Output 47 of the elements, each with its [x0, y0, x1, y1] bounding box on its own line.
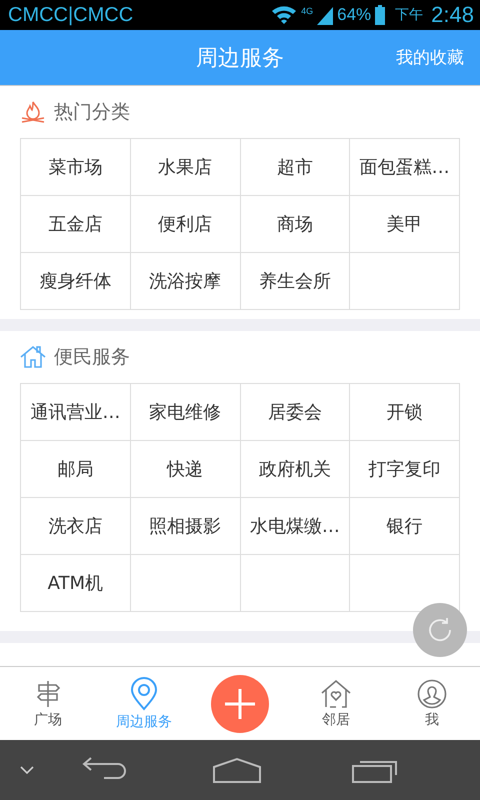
category-cell[interactable]: 邮局	[21, 441, 131, 498]
category-cell[interactable]: 居委会	[240, 384, 350, 441]
category-cell[interactable]: 通讯营业…	[21, 384, 131, 441]
plus-icon	[223, 686, 257, 720]
network-label: 4G	[301, 6, 314, 16]
category-cell[interactable]: 面包蛋糕…	[350, 139, 460, 196]
time-period: 下午	[395, 6, 424, 24]
wifi-icon	[271, 5, 298, 25]
category-cell[interactable]: 养生会所	[240, 253, 350, 310]
category-cell[interactable]: 洗浴按摩	[130, 253, 240, 310]
category-cell[interactable]: 五金店	[21, 196, 131, 253]
category-cell[interactable]: 照相摄影	[130, 498, 240, 555]
collapse-icon[interactable]	[20, 766, 34, 774]
category-cell[interactable]: 水电煤缴…	[240, 498, 350, 555]
category-cell[interactable]: 开锁	[350, 384, 460, 441]
category-cell[interactable]: 银行	[350, 498, 460, 555]
category-cell[interactable]: 菜市场	[21, 139, 131, 196]
category-cell[interactable]: 商场	[240, 196, 350, 253]
category-cell[interactable]: 美甲	[350, 196, 460, 253]
signal-icon	[317, 5, 334, 25]
battery-icon	[375, 5, 386, 25]
category-cell[interactable]: ATM机	[21, 555, 131, 612]
page-title: 周边服务	[196, 44, 284, 72]
nav-tab[interactable]: 邻居	[288, 667, 384, 740]
category-cell[interactable]: 快递	[130, 441, 240, 498]
section-title: 便民服务	[54, 345, 130, 370]
refresh-icon	[427, 617, 453, 643]
house-icon	[20, 345, 46, 369]
user-icon	[417, 678, 447, 708]
location-pin-icon	[129, 676, 159, 710]
category-cell[interactable]: 水果店	[130, 139, 240, 196]
category-cell[interactable]: 便利店	[130, 196, 240, 253]
category-cell[interactable]: 家电维修	[130, 384, 240, 441]
clock-time: 2:48	[431, 2, 474, 28]
home-icon[interactable]	[212, 757, 262, 783]
category-cell[interactable]: 政府机关	[240, 441, 350, 498]
category-cell[interactable]: 洗衣店	[21, 498, 131, 555]
nav-tab[interactable]: 广场	[0, 667, 96, 740]
flame-icon	[20, 100, 46, 124]
house-heart-icon	[320, 678, 352, 708]
carrier-name: CMCC|CMCC	[8, 4, 134, 26]
category-cell[interactable]: 打字复印	[350, 441, 460, 498]
category-cell[interactable]: 超市	[240, 139, 350, 196]
category-cell[interactable]: 瘦身纤体	[21, 253, 131, 310]
battery-percent: 64%	[337, 5, 372, 25]
nav-tab[interactable]: 我	[384, 667, 480, 740]
section-title: 热门分类	[54, 100, 130, 125]
